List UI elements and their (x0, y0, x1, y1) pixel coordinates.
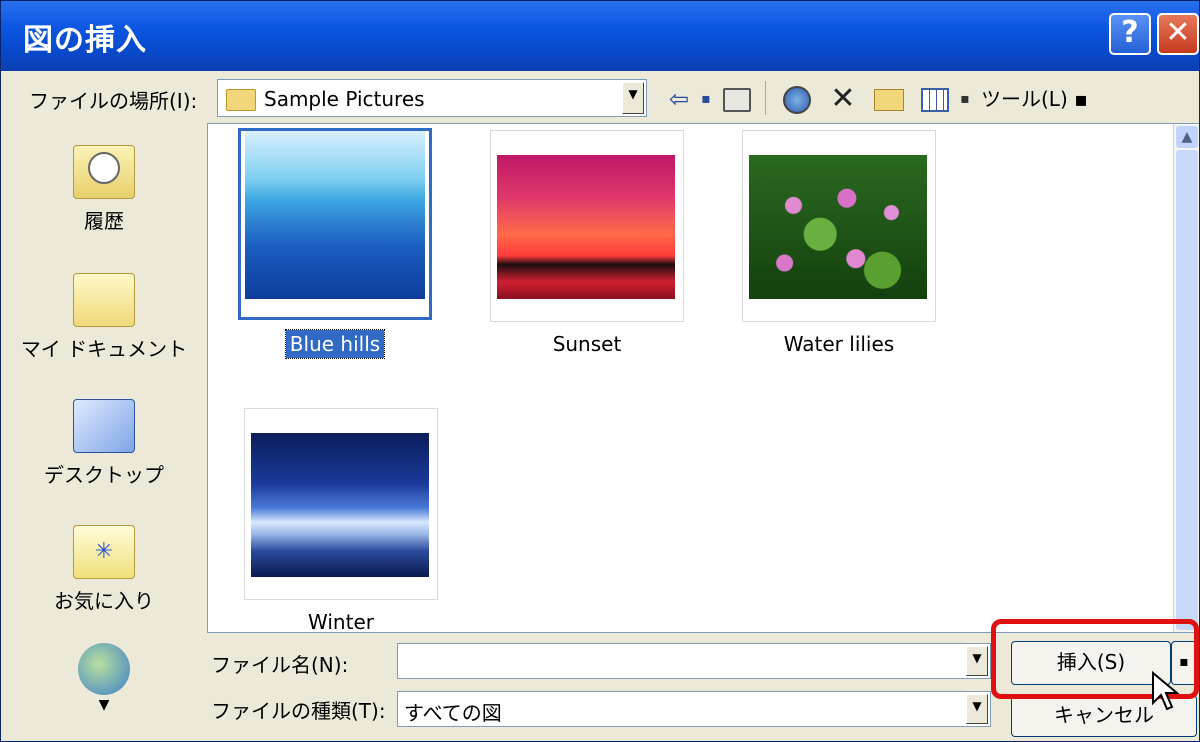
file-thumbnail[interactable] (244, 408, 438, 600)
location-combobox[interactable]: Sample Pictures ▼ (217, 79, 647, 117)
filetype-select[interactable]: すべての図 ▼ (397, 691, 991, 727)
views-icon[interactable] (915, 83, 955, 115)
places-item-desktop[interactable]: デスクトップ (5, 399, 203, 488)
close-button[interactable]: ✕ (1157, 13, 1199, 55)
cancel-button-label: キャンセル (1054, 703, 1154, 727)
places-label: 履歴 (84, 209, 124, 233)
delete-icon[interactable]: ✕ (823, 83, 863, 115)
water-lilies-image (749, 155, 927, 299)
tools-menu-label: ツール(L) (981, 87, 1068, 111)
places-item-network[interactable]: ▼ (5, 643, 203, 713)
filetype-dropdown-button[interactable]: ▼ (966, 694, 988, 724)
file-thumbnail[interactable] (490, 130, 684, 322)
views-dropdown-icon[interactable]: ▪ (957, 83, 973, 115)
file-label[interactable]: Blue hills (238, 329, 432, 359)
file-label[interactable]: Winter (244, 610, 438, 634)
places-item-history[interactable]: 履歴 (5, 145, 203, 234)
new-folder-icon[interactable] (869, 83, 909, 115)
back-arrow-icon[interactable]: ⇦ (661, 83, 697, 115)
title-bar[interactable]: 図の挿入 ? ✕ (1, 1, 1199, 71)
file-label[interactable]: Water lilies (742, 332, 936, 356)
back-dropdown-icon[interactable]: ▪ (698, 83, 714, 115)
location-dropdown-button[interactable]: ▼ (622, 82, 644, 114)
file-thumbnail[interactable] (742, 130, 936, 322)
file-label[interactable]: Sunset (490, 332, 684, 356)
search-web-icon[interactable] (777, 83, 817, 115)
places-item-favorites[interactable]: ✳ お気に入り (5, 525, 203, 614)
winter-image (251, 433, 429, 577)
places-label: お気に入り (54, 589, 154, 613)
desktop-icon (73, 399, 135, 453)
favorites-icon: ✳ (73, 525, 135, 579)
filetype-value: すべての図 (404, 701, 502, 725)
filetype-label: ファイルの種類(T): (211, 699, 386, 723)
location-label: ファイルの場所(I): (29, 89, 198, 113)
places-label: マイ ドキュメント (20, 337, 188, 361)
mouse-cursor-icon (1152, 671, 1179, 711)
places-bar: 履歴 マイ ドキュメント デスクトップ ✳ お気に入り ▼ (5, 123, 203, 741)
places-item-my-documents[interactable]: マイ ドキュメント (5, 273, 203, 362)
tools-menu[interactable]: ツール(L) ▪ (981, 83, 1101, 115)
vertical-scrollbar[interactable]: ▲ (1173, 124, 1199, 632)
my-documents-icon (73, 273, 135, 327)
file-list-view[interactable]: Blue hills Sunset Water lilies Winter ▲ (207, 123, 1199, 634)
file-thumbnail[interactable] (238, 128, 432, 320)
filename-dropdown-button[interactable]: ▼ (966, 646, 988, 676)
network-places-icon (78, 643, 130, 695)
location-value: Sample Pictures (264, 87, 425, 111)
scroll-up-icon[interactable]: ▲ (1176, 126, 1198, 148)
sunset-image (497, 155, 675, 299)
history-icon (73, 145, 135, 199)
blue-hills-image (245, 131, 425, 299)
scroll-thumb[interactable] (1176, 150, 1198, 630)
insert-picture-dialog: 図の挿入 ? ✕ ファイルの場所(I): Sample Pictures ▼ ⇦… (0, 0, 1200, 742)
folder-icon (226, 89, 256, 111)
help-button[interactable]: ? (1109, 13, 1151, 55)
up-folder-icon[interactable] (719, 83, 755, 115)
places-label: デスクトップ (44, 463, 164, 487)
window-title: 図の挿入 (23, 23, 147, 58)
filename-label: ファイル名(N): (211, 653, 349, 677)
filename-input[interactable]: ▼ (397, 643, 991, 679)
scroll-down-icon[interactable]: ▼ (5, 697, 203, 713)
toolbar-separator (765, 81, 766, 115)
